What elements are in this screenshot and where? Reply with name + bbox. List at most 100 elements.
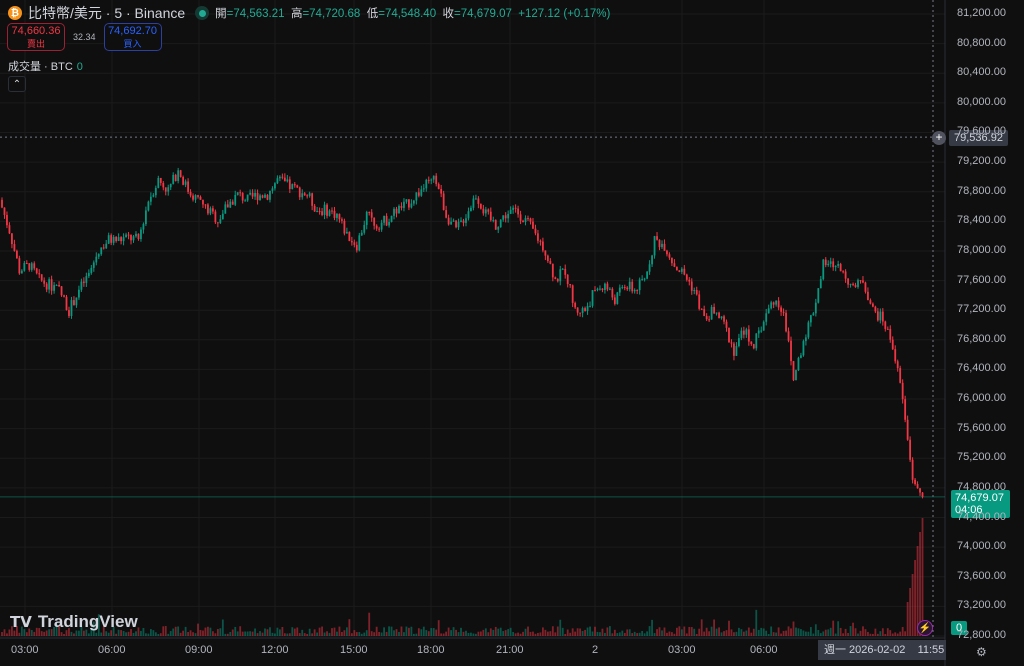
candle-body [68,310,70,317]
volume-bar [643,633,646,636]
volume-bar [442,633,445,636]
candle-body [688,279,691,282]
volume-bar [447,627,450,636]
candle-body [437,184,440,189]
buy-button[interactable]: 74,692.70 買入 [103,23,162,51]
volume-bar [479,631,482,636]
volume-bar [286,633,289,636]
lightning-icon[interactable]: ⚡ [917,620,933,636]
collapse-legend-button[interactable]: ⌃ [8,76,26,92]
volume-bar [422,626,425,636]
volume-bar [790,628,792,636]
candle-body [475,198,477,200]
volume-legend: 成交量 · BTC 0 [8,61,83,73]
volume-bar [408,627,410,636]
volume-bar [842,633,845,636]
candle-body [266,194,269,200]
volume-bar [618,632,621,636]
volume-bar [450,630,452,636]
candle-body [695,289,698,295]
volume-bar [752,628,755,636]
volume-bar [204,627,207,636]
candle-body [92,262,95,268]
volume-bar [571,628,574,636]
candle-body [38,273,41,275]
candle-body [636,289,639,291]
volume-bar [805,631,807,636]
candle-body [859,280,862,282]
candle-body [742,330,745,335]
candle-body [574,302,577,308]
candle-body [455,220,457,228]
candle-body [147,201,150,211]
volume-bar [874,628,877,636]
volume-bar [115,633,118,636]
volume-bar [561,627,564,636]
symbol-title[interactable]: 比特幣/美元 · 5 · Binance [28,3,185,23]
volume-bar [775,632,778,636]
candle-body [87,273,90,277]
candle-body [45,283,48,290]
candle-body [303,193,306,196]
price-chart[interactable] [0,0,1024,666]
volume-bar [544,629,547,636]
volume-bar [497,628,500,636]
candle-body [824,259,827,266]
volume-bar [514,633,517,636]
volume-bar [363,632,366,636]
candle-body [646,271,649,279]
candle-body [886,328,889,330]
y-tick-label: 80,400.00 [957,66,1006,79]
volume-bar [269,627,271,636]
volume-bar [303,633,306,636]
volume-bar [169,631,172,636]
volume-bar [519,633,522,636]
volume-bar [703,631,706,636]
candle-body [606,283,609,290]
volume-bar [504,630,507,636]
candle-body [58,284,60,287]
volume-bar [360,633,363,636]
candle-body [683,268,686,275]
volume-bar [365,630,368,636]
volume-bar [393,630,395,636]
volume-bar [333,627,336,636]
candle-body [207,204,209,214]
candle-body [633,289,636,292]
candle-body [264,194,266,198]
volume-bar [3,629,6,636]
candle-body [328,210,331,216]
tradingview-logo[interactable]: 𝗧𝗩 TradingView [10,612,138,632]
volume-bar [613,629,616,636]
volume-bar [864,629,867,636]
symbol-header: ₿ 比特幣/美元 · 5 · Binance 開=74,563.21 高=74,… [8,3,610,23]
candle-body [80,281,83,290]
volume-bar [140,630,142,636]
candle-body [616,292,619,304]
volume-bar [259,631,261,636]
volume-bar [477,631,480,636]
volume-bar [452,627,455,636]
volume-bar [725,630,728,636]
candle-body [775,300,778,305]
volume-bar [601,628,604,636]
candle-body [420,189,423,196]
add-alert-icon[interactable]: + [932,131,946,145]
candle-body [82,281,85,283]
y-tick-label: 77,200.00 [957,303,1006,316]
candle-body [135,233,137,237]
candle-body [224,204,227,214]
volume-bar [323,632,326,636]
x-tick-label: 12:00 [261,644,289,656]
candle-body [762,321,765,331]
volume-bar [135,631,137,636]
sell-button[interactable]: 74,660.36 賣出 [7,23,65,51]
candle-body [25,263,28,265]
candle-body [465,218,467,223]
candle-body [541,241,544,251]
volume-bar [107,632,110,636]
candle-body [403,201,405,208]
candle-body [373,217,376,226]
settings-icon[interactable]: ⚙ [976,645,987,659]
candle-body [492,220,495,222]
